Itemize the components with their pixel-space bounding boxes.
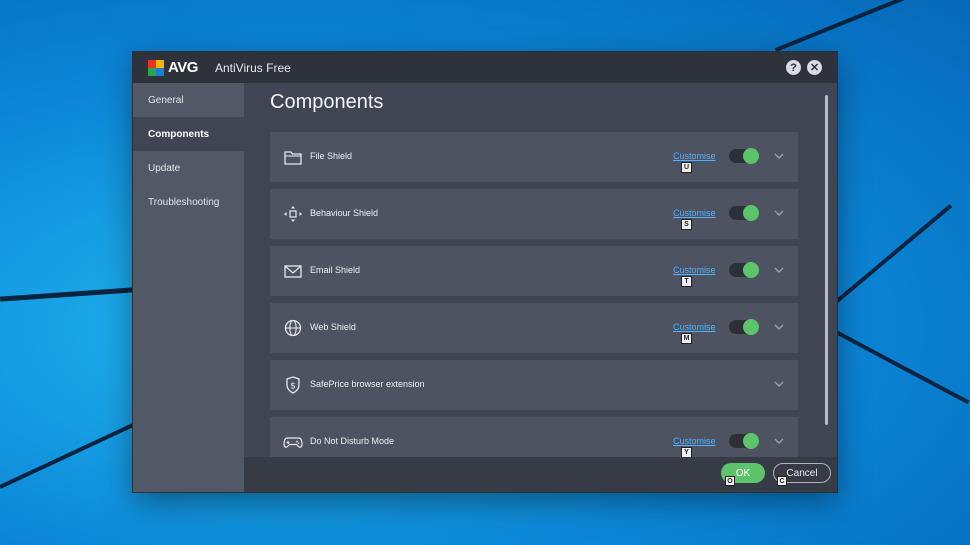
- customise-link[interactable]: Customise: [673, 151, 716, 161]
- desktop-wallpaper-line: [0, 287, 135, 302]
- toggle-knob: [743, 205, 759, 221]
- scrollbar[interactable]: [825, 95, 828, 425]
- help-button[interactable]: ?: [786, 60, 801, 75]
- hotkey-badge: S: [681, 219, 692, 230]
- desktop-wallpaper-line: [0, 421, 137, 489]
- component-name: Do Not Disturb Mode: [310, 436, 395, 446]
- ok-hotkey-badge: O: [725, 476, 735, 486]
- email-shield-toggle[interactable]: [729, 262, 759, 278]
- chevron-down-icon[interactable]: [773, 321, 785, 333]
- sidebar-item-troubleshooting[interactable]: Troubleshooting: [133, 185, 244, 219]
- toggle-knob: [743, 148, 759, 164]
- toggle-knob: [743, 433, 759, 449]
- desktop-wallpaper-line: [835, 330, 970, 405]
- svg-text:$: $: [290, 382, 296, 392]
- hotkey-badge: M: [681, 333, 692, 344]
- folder-icon: [284, 151, 302, 165]
- component-row-safeprice: $ SafePrice browser extension: [270, 360, 798, 410]
- behaviour-shield-toggle[interactable]: [729, 205, 759, 221]
- page-title: Components: [270, 91, 384, 113]
- chevron-down-icon[interactable]: [773, 435, 785, 447]
- desktop-wallpaper-line: [834, 204, 953, 304]
- hotkey-badge: U: [681, 162, 692, 173]
- desktop-wallpaper-line: [774, 0, 916, 52]
- chevron-down-icon[interactable]: [773, 378, 785, 390]
- envelope-icon: [284, 265, 302, 278]
- toggle-knob: [743, 319, 759, 335]
- globe-icon: [284, 319, 302, 337]
- avg-window: AVG AntiVirus Free ? ✕ General Component…: [133, 52, 837, 492]
- file-shield-toggle[interactable]: [729, 148, 759, 164]
- component-name: Behaviour Shield: [310, 208, 379, 218]
- component-name: Web Shield: [310, 322, 356, 332]
- web-shield-toggle[interactable]: [729, 319, 759, 335]
- avg-logo: AVG: [148, 59, 198, 76]
- gamepad-icon: [283, 437, 303, 448]
- cancel-hotkey-badge: C: [777, 476, 787, 486]
- brand-name: AVG: [168, 59, 198, 76]
- title-bar: AVG AntiVirus Free ? ✕: [133, 52, 837, 83]
- hotkey-badge: Y: [681, 447, 692, 457]
- close-button[interactable]: ✕: [807, 60, 822, 75]
- customise-link[interactable]: Customise: [673, 208, 716, 218]
- customise-link[interactable]: Customise: [673, 436, 716, 446]
- toggle-knob: [743, 262, 759, 278]
- app-title: AntiVirus Free: [215, 61, 291, 75]
- component-row-email-shield: Email Shield Customise T: [270, 246, 798, 296]
- component-name: File Shield: [310, 151, 353, 161]
- component-name: Email Shield: [310, 265, 361, 275]
- move-arrows-icon: [284, 206, 302, 222]
- component-row-web-shield: Web Shield Customise M: [270, 303, 798, 353]
- component-name: SafePrice browser extension: [310, 379, 425, 389]
- customise-link[interactable]: Customise: [673, 322, 716, 332]
- main-panel: Components File Shield Customise U Behav…: [244, 83, 837, 492]
- component-row-do-not-disturb: Do Not Disturb Mode Customise Y: [270, 417, 798, 457]
- chevron-down-icon[interactable]: [773, 207, 785, 219]
- sidebar-item-components[interactable]: Components: [133, 117, 244, 151]
- component-row-file-shield: File Shield Customise U: [270, 132, 798, 182]
- footer-bar: OK O Cancel C: [244, 457, 837, 492]
- sidebar: General Components Update Troubleshootin…: [133, 83, 244, 492]
- hotkey-badge: T: [681, 276, 692, 287]
- sidebar-item-general[interactable]: General: [133, 83, 244, 117]
- dollar-shield-icon: $: [286, 376, 300, 394]
- sidebar-item-update[interactable]: Update: [133, 151, 244, 185]
- component-row-behaviour-shield: Behaviour Shield Customise S: [270, 189, 798, 239]
- customise-link[interactable]: Customise: [673, 265, 716, 275]
- chevron-down-icon[interactable]: [773, 150, 785, 162]
- do-not-disturb-toggle[interactable]: [729, 433, 759, 449]
- chevron-down-icon[interactable]: [773, 264, 785, 276]
- avg-logo-icon: [148, 59, 165, 76]
